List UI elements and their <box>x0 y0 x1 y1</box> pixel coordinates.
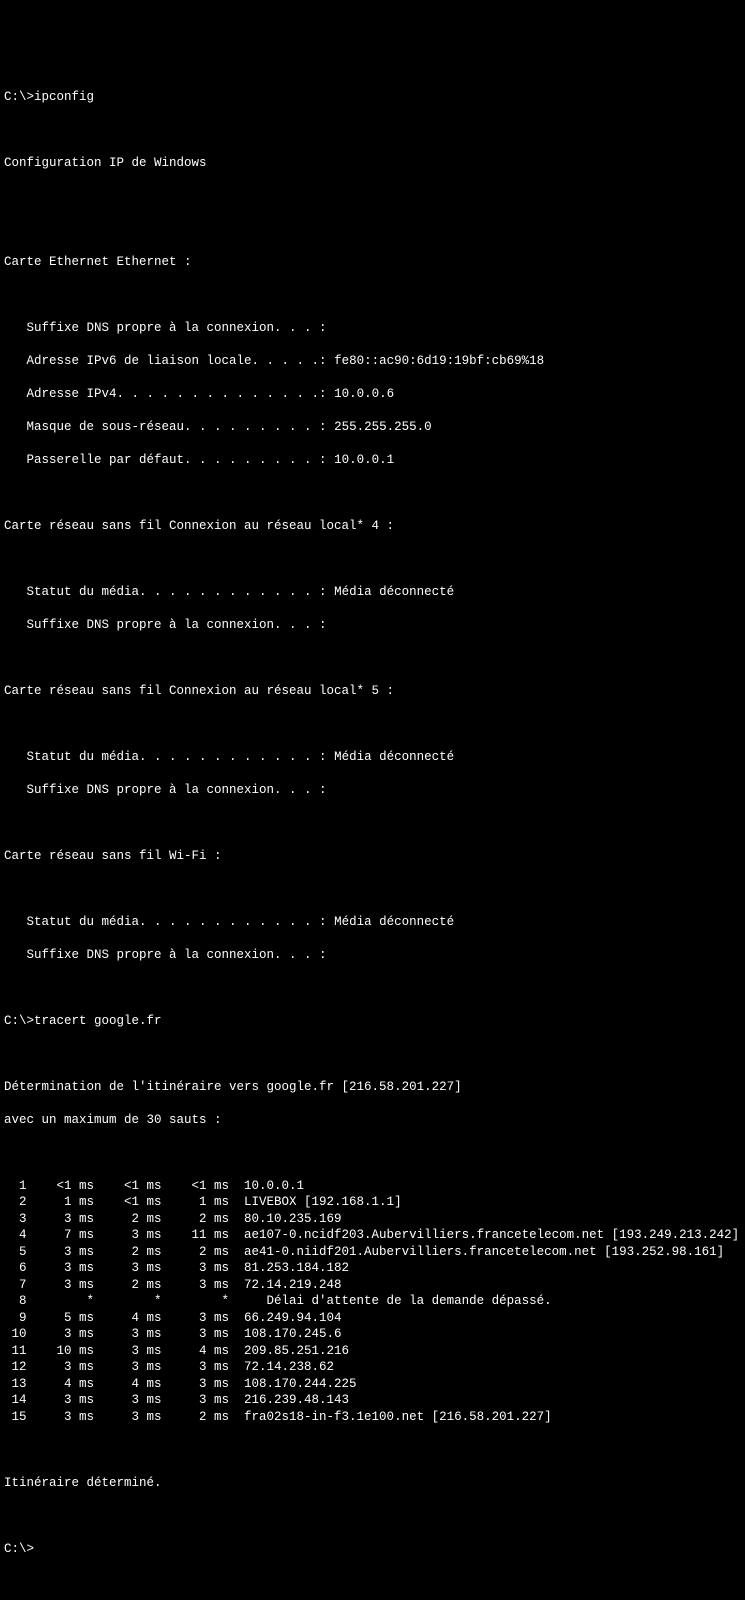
command-ipconfig: ipconfig <box>34 90 94 104</box>
tracert-done: Itinéraire déterminé. <box>4 1475 741 1492</box>
prompt: C:\> <box>4 1014 34 1028</box>
command-tracert: tracert google.fr <box>34 1014 162 1028</box>
ethernet-ipv6: Adresse IPv6 de liaison locale. . . . .:… <box>4 353 741 370</box>
prompt: C:\> <box>4 90 34 104</box>
tracert-hop: 13 4 ms 4 ms 3 ms 108.170.244.225 <box>4 1376 741 1393</box>
ethernet-header: Carte Ethernet Ethernet : <box>4 254 741 271</box>
terminal-output: C:\>ipconfig Configuration IP de Windows… <box>4 72 741 1574</box>
wlan5-header: Carte réseau sans fil Connexion au résea… <box>4 683 741 700</box>
tracert-hop: 8 * * * Délai d'attente de la demande dé… <box>4 1293 741 1310</box>
tracert-hop: 7 3 ms 2 ms 3 ms 72.14.219.248 <box>4 1277 741 1294</box>
ethernet-dns-suffix: Suffixe DNS propre à la connexion. . . : <box>4 320 741 337</box>
wlan4-dns-suffix: Suffixe DNS propre à la connexion. . . : <box>4 617 741 634</box>
prompt: C:\> <box>4 1542 34 1556</box>
wlan5-status: Statut du média. . . . . . . . . . . . :… <box>4 749 741 766</box>
tracert-hop: 12 3 ms 3 ms 3 ms 72.14.238.62 <box>4 1359 741 1376</box>
ipconfig-title: Configuration IP de Windows <box>4 155 741 172</box>
ethernet-mask: Masque de sous-réseau. . . . . . . . . :… <box>4 419 741 436</box>
ethernet-ipv4: Adresse IPv4. . . . . . . . . . . . . .:… <box>4 386 741 403</box>
tracert-hop: 1 <1 ms <1 ms <1 ms 10.0.0.1 <box>4 1178 741 1195</box>
tracert-hop: 15 3 ms 3 ms 2 ms fra02s18-in-f3.1e100.n… <box>4 1409 741 1426</box>
tracert-hop: 3 3 ms 2 ms 2 ms 80.10.235.169 <box>4 1211 741 1228</box>
wlan4-header: Carte réseau sans fil Connexion au résea… <box>4 518 741 535</box>
tracert-header-2: avec un maximum de 30 sauts : <box>4 1112 741 1129</box>
wifi-dns-suffix: Suffixe DNS propre à la connexion. . . : <box>4 947 741 964</box>
prompt-line-3[interactable]: C:\> <box>4 1541 741 1558</box>
wifi-header: Carte réseau sans fil Wi-Fi : <box>4 848 741 865</box>
tracert-hop: 5 3 ms 2 ms 2 ms ae41-0.niidf201.Aubervi… <box>4 1244 741 1261</box>
tracert-header-1: Détermination de l'itinéraire vers googl… <box>4 1079 741 1096</box>
tracert-hop: 2 1 ms <1 ms 1 ms LIVEBOX [192.168.1.1] <box>4 1194 741 1211</box>
tracert-hop: 4 7 ms 3 ms 11 ms ae107-0.ncidf203.Auber… <box>4 1227 741 1244</box>
wlan5-dns-suffix: Suffixe DNS propre à la connexion. . . : <box>4 782 741 799</box>
wifi-status: Statut du média. . . . . . . . . . . . :… <box>4 914 741 931</box>
wlan4-status: Statut du média. . . . . . . . . . . . :… <box>4 584 741 601</box>
tracert-hop: 11 10 ms 3 ms 4 ms 209.85.251.216 <box>4 1343 741 1360</box>
ethernet-gateway: Passerelle par défaut. . . . . . . . . :… <box>4 452 741 469</box>
tracert-hop: 6 3 ms 3 ms 3 ms 81.253.184.182 <box>4 1260 741 1277</box>
prompt-line-1: C:\>ipconfig <box>4 89 741 106</box>
prompt-line-2: C:\>tracert google.fr <box>4 1013 741 1030</box>
tracert-hop: 9 5 ms 4 ms 3 ms 66.249.94.104 <box>4 1310 741 1327</box>
tracert-hop: 14 3 ms 3 ms 3 ms 216.239.48.143 <box>4 1392 741 1409</box>
tracert-hop: 10 3 ms 3 ms 3 ms 108.170.245.6 <box>4 1326 741 1343</box>
tracert-hops: 1 <1 ms <1 ms <1 ms 10.0.0.1 2 1 ms <1 m… <box>4 1178 741 1426</box>
